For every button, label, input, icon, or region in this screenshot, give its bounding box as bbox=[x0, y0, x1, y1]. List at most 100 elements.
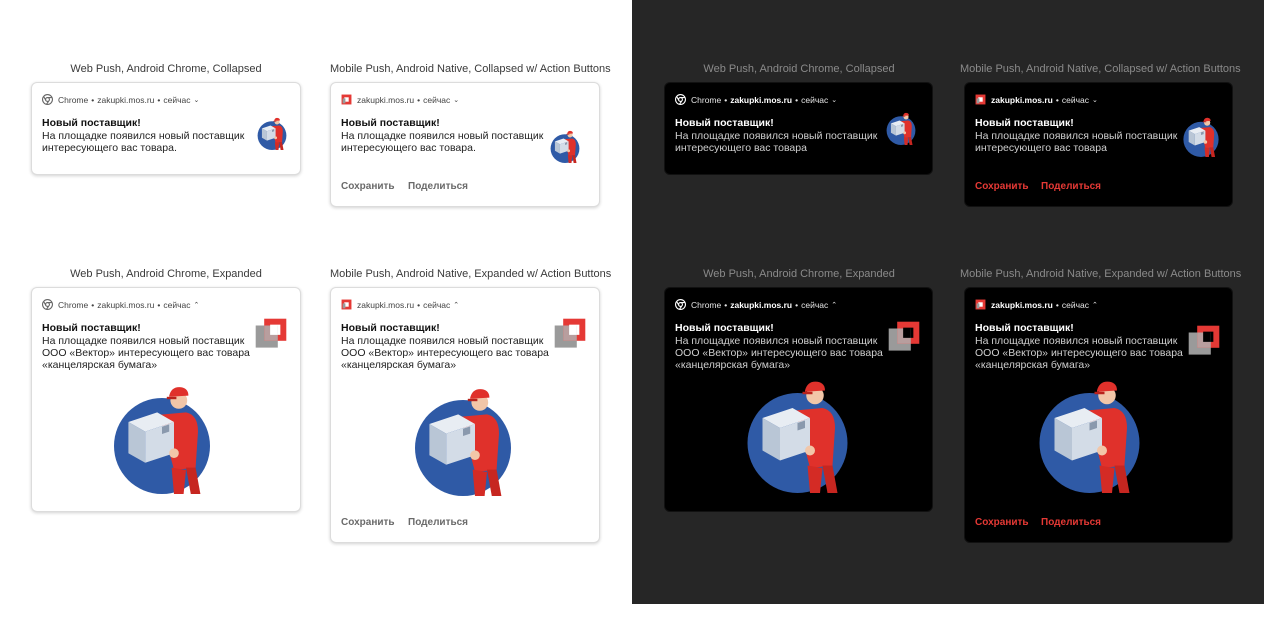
notification-header: zakupki.mos.ru • сейчас ⌄ bbox=[341, 94, 459, 105]
separator: • bbox=[724, 299, 728, 310]
chevron-up-icon[interactable]: ⌃ bbox=[453, 301, 459, 309]
notification-title: Новый поставщик! bbox=[341, 117, 440, 129]
notification-body: На площадке появился новый поставщик инт… bbox=[341, 130, 544, 154]
chevron-up-icon[interactable]: ⌃ bbox=[194, 301, 200, 309]
save-button[interactable]: Сохранить bbox=[975, 517, 1029, 528]
courier-thumbnail bbox=[254, 114, 290, 150]
courier-illustration bbox=[1027, 368, 1152, 493]
mos-logo-icon bbox=[341, 299, 352, 310]
mos-logo-icon bbox=[887, 320, 921, 354]
notification-title: Новый поставщик! bbox=[42, 322, 141, 334]
notification-header: zakupki.mos.ru • сейчас ⌄ bbox=[975, 94, 1098, 105]
separator: • bbox=[795, 299, 799, 310]
mos-logo-icon bbox=[975, 299, 986, 310]
share-button[interactable]: Поделиться bbox=[1041, 517, 1101, 528]
notification-title: Новый поставщик! bbox=[675, 322, 774, 334]
notification-web-collapsed[interactable]: Chrome • zakupki.mos.ru • сейчас ⌄ Новый пост… bbox=[31, 82, 301, 175]
browser-name: Chrome bbox=[58, 94, 89, 105]
time-label: сейчас bbox=[423, 94, 451, 105]
time-label: сейчас bbox=[163, 94, 191, 105]
courier-illustration bbox=[735, 368, 860, 493]
caption-web-expanded: Web Push, Android Chrome, Expanded bbox=[70, 268, 262, 280]
separator: • bbox=[1055, 299, 1059, 310]
notification-header: zakupki.mos.ru • сейчас ⌃ bbox=[341, 299, 459, 310]
separator: • bbox=[157, 94, 161, 105]
caption-web-expanded-dark: Web Push, Android Chrome, Expanded bbox=[703, 268, 895, 280]
caption-mobile-expanded-dark: Mobile Push, Android Native, Expanded w/… bbox=[960, 268, 1242, 280]
share-button[interactable]: Поделиться bbox=[1041, 181, 1101, 192]
time-label: сейчас bbox=[801, 299, 829, 310]
chevron-up-icon[interactable]: ⌃ bbox=[1092, 301, 1098, 309]
browser-name: Chrome bbox=[691, 299, 722, 310]
save-button[interactable]: Сохранить bbox=[975, 181, 1029, 192]
notification-body: На площадке появился новый поставщик инт… bbox=[42, 130, 245, 154]
separator: • bbox=[91, 299, 95, 310]
notification-web-collapsed-dark[interactable]: Chrome • zakupki.mos.ru • сейчас ⌄ Новый пост… bbox=[664, 82, 933, 175]
site-name: zakupki.mos.ru bbox=[730, 94, 793, 105]
chrome-icon bbox=[675, 299, 686, 310]
site-name: zakupki.mos.ru bbox=[97, 299, 155, 310]
notification-title: Новый поставщик! bbox=[42, 117, 141, 129]
courier-thumbnail bbox=[547, 127, 583, 163]
site-name: zakupki.mos.ru bbox=[730, 299, 793, 310]
notification-body: На площадке появился новый поставщик инт… bbox=[675, 130, 878, 154]
notification-body: На площадке появился новый поставщик ООО… bbox=[341, 335, 549, 371]
save-button[interactable]: Сохранить bbox=[341, 181, 395, 192]
separator: • bbox=[157, 299, 161, 310]
notification-mobile-collapsed-dark[interactable]: zakupki.mos.ru • сейчас ⌄ Новый поставщик! … bbox=[964, 82, 1233, 207]
time-label: сейчас bbox=[423, 299, 451, 310]
courier-illustration bbox=[102, 374, 222, 494]
share-button[interactable]: Поделиться bbox=[408, 517, 468, 528]
chrome-icon bbox=[42, 94, 53, 105]
notification-body: На площадке появился новый поставщик инт… bbox=[975, 130, 1178, 154]
notification-header: Chrome • zakupki.mos.ru • сейчас ⌃ bbox=[42, 299, 199, 310]
chevron-up-icon[interactable]: ⌃ bbox=[831, 301, 837, 309]
courier-illustration bbox=[403, 376, 523, 496]
caption-web-collapsed-dark: Web Push, Android Chrome, Collapsed bbox=[703, 63, 895, 75]
caption-mobile-collapsed: Mobile Push, Android Native, Collapsed w… bbox=[330, 63, 611, 75]
separator: • bbox=[724, 94, 728, 105]
notification-title: Новый поставщик! bbox=[341, 322, 440, 334]
mos-logo-icon bbox=[1187, 324, 1221, 358]
time-label: сейчас bbox=[801, 94, 829, 105]
notification-header: zakupki.mos.ru • сейчас ⌃ bbox=[975, 299, 1098, 310]
separator: • bbox=[91, 94, 95, 105]
chrome-icon bbox=[42, 299, 53, 310]
save-button[interactable]: Сохранить bbox=[341, 517, 395, 528]
notification-title: Новый поставщик! bbox=[675, 117, 774, 129]
site-name: zakupki.mos.ru bbox=[357, 299, 415, 310]
notification-web-expanded[interactable]: Chrome • zakupki.mos.ru • сейчас ⌃ Новый пост… bbox=[31, 287, 301, 512]
chevron-down-icon[interactable]: ⌄ bbox=[831, 96, 837, 104]
notification-title: Новый поставщик! bbox=[975, 322, 1074, 334]
time-label: сейчас bbox=[1061, 94, 1090, 105]
notification-header: Chrome • zakupki.mos.ru • сейчас ⌄ bbox=[675, 94, 837, 105]
site-name: zakupki.mos.ru bbox=[357, 94, 415, 105]
site-name: zakupki.mos.ru bbox=[991, 299, 1053, 310]
share-button[interactable]: Поделиться bbox=[408, 181, 468, 192]
chevron-down-icon[interactable]: ⌄ bbox=[194, 96, 200, 104]
caption-mobile-expanded: Mobile Push, Android Native, Expanded w/… bbox=[330, 268, 612, 280]
notification-title: Новый поставщик! bbox=[975, 117, 1074, 129]
chrome-icon bbox=[675, 94, 686, 105]
time-label: сейчас bbox=[163, 299, 191, 310]
notification-body: На площадке появился новый поставщик ООО… bbox=[42, 335, 250, 371]
site-name: zakupki.mos.ru bbox=[97, 94, 155, 105]
notification-header: Chrome • zakupki.mos.ru • сейчас ⌃ bbox=[675, 299, 837, 310]
mos-logo-icon bbox=[254, 317, 288, 351]
separator: • bbox=[1055, 94, 1059, 105]
chevron-down-icon[interactable]: ⌄ bbox=[453, 96, 459, 104]
chevron-down-icon[interactable]: ⌄ bbox=[1092, 96, 1098, 104]
caption-mobile-collapsed-dark: Mobile Push, Android Native, Collapsed w… bbox=[960, 63, 1241, 75]
notification-web-expanded-dark[interactable]: Chrome • zakupki.mos.ru • сейчас ⌃ Новый пост… bbox=[664, 287, 933, 512]
mos-logo-icon bbox=[975, 94, 986, 105]
courier-thumbnail bbox=[1179, 113, 1223, 157]
separator: • bbox=[417, 299, 421, 310]
notification-mobile-expanded[interactable]: zakupki.mos.ru • сейчас ⌃ Новый поставщик! … bbox=[330, 287, 600, 543]
notification-mobile-expanded-dark[interactable]: zakupki.mos.ru • сейчас ⌃ Новый поставщик! … bbox=[964, 287, 1233, 543]
notification-body: На площадке появился новый поставщик ООО… bbox=[675, 335, 883, 371]
browser-name: Chrome bbox=[691, 94, 722, 105]
site-name: zakupki.mos.ru bbox=[991, 94, 1053, 105]
notification-header: Chrome • zakupki.mos.ru • сейчас ⌄ bbox=[42, 94, 199, 105]
mos-logo-icon bbox=[341, 94, 352, 105]
notification-mobile-collapsed[interactable]: zakupki.mos.ru • сейчас ⌄ Новый поставщик! … bbox=[330, 82, 600, 207]
